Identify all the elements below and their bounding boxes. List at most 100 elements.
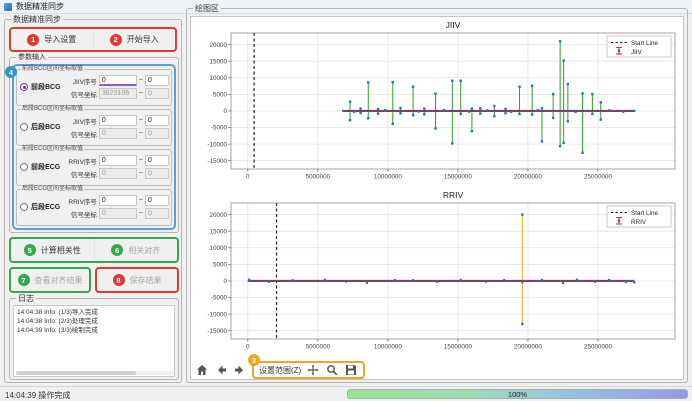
svg-text:-5000: -5000 bbox=[211, 295, 228, 302]
svg-text:-15000: -15000 bbox=[207, 328, 227, 335]
sync-panel-label: 数据精准同步 bbox=[11, 15, 63, 24]
svg-text:0: 0 bbox=[246, 174, 250, 181]
rear-bcg-signal-from-input[interactable] bbox=[99, 128, 137, 139]
plot-area-group: 绘图区 -15000-10000-50000500010000150002000… bbox=[186, 8, 688, 383]
front-ecg-signal-to-input[interactable] bbox=[145, 168, 169, 179]
front-ecg-rriv-to-input[interactable] bbox=[145, 155, 169, 166]
log-horizontal-scrollbar[interactable] bbox=[16, 371, 174, 375]
step-badge-2: 2 bbox=[110, 34, 122, 46]
rear-ecg-rriv-from-input[interactable] bbox=[99, 195, 137, 206]
step-badge-3: 3 bbox=[248, 354, 260, 366]
svg-text:10000000: 10000000 bbox=[374, 344, 403, 351]
step-badge-7: 7 bbox=[18, 274, 30, 286]
svg-text:-5000: -5000 bbox=[211, 125, 228, 132]
svg-text:-10000: -10000 bbox=[207, 311, 227, 318]
rear-bcg-jiiv-from-input[interactable] bbox=[99, 115, 137, 126]
svg-text:Start Line: Start Line bbox=[631, 40, 658, 47]
save-result-highlight: 8 保存结果 bbox=[95, 267, 179, 293]
rear-ecg-section: 后段ECG区间坐标取值 后段ECG RRIV序号 ~ bbox=[16, 189, 172, 226]
step-badge-6: 6 bbox=[111, 244, 123, 256]
import-buttons-highlight: 1 导入设置 2 开始导入 bbox=[9, 27, 177, 52]
status-text: 14:04:39 操作完成 bbox=[5, 390, 70, 401]
svg-text:5000000: 5000000 bbox=[306, 344, 331, 351]
rear-ecg-signal-to-input[interactable] bbox=[145, 208, 169, 219]
front-ecg-radio[interactable] bbox=[20, 163, 28, 171]
rear-ecg-signal-from-input[interactable] bbox=[99, 208, 137, 219]
correlation-buttons-highlight: 5 计算相关性 6 相关对齐 bbox=[9, 237, 179, 263]
svg-text:15000000: 15000000 bbox=[444, 174, 473, 181]
log-list[interactable]: 14:04:38 Info: (1/3)导入完成 14:04:38 Info: … bbox=[13, 305, 175, 377]
svg-text:5000: 5000 bbox=[213, 262, 228, 269]
save-result-button[interactable]: 8 保存结果 bbox=[97, 269, 177, 291]
svg-text:RRIV: RRIV bbox=[443, 190, 464, 200]
import-settings-button[interactable]: 1 导入设置 bbox=[11, 29, 93, 50]
set-range-label: 设置范围(Z) bbox=[259, 365, 301, 376]
home-icon[interactable] bbox=[195, 363, 209, 377]
view-result-highlight: 7 查看对齐结果 bbox=[9, 267, 91, 293]
param-input-label: 参数输入 bbox=[16, 53, 48, 62]
rear-ecg-radio[interactable] bbox=[20, 203, 28, 211]
svg-text:25000000: 25000000 bbox=[584, 344, 613, 351]
svg-text:20000: 20000 bbox=[209, 42, 227, 49]
rear-bcg-signal-to-input[interactable] bbox=[145, 128, 169, 139]
svg-text:20000: 20000 bbox=[209, 212, 227, 219]
front-bcg-signal-to-input[interactable] bbox=[145, 88, 169, 99]
front-bcg-section: 前段BCG区间坐标取值 前段BCG JIIV序号 ~ bbox=[16, 69, 172, 106]
rear-ecg-rriv-to-input[interactable] bbox=[145, 195, 169, 206]
svg-text:-15000: -15000 bbox=[207, 158, 227, 165]
svg-text:0: 0 bbox=[223, 108, 227, 115]
rear-bcg-jiiv-to-input[interactable] bbox=[145, 115, 169, 126]
front-ecg-rriv-from-input[interactable] bbox=[99, 155, 137, 166]
progress-value: 100% bbox=[508, 390, 527, 399]
svg-text:JIIV: JIIV bbox=[446, 20, 461, 30]
plot-area-label: 绘图区 bbox=[193, 4, 221, 13]
pan-icon[interactable] bbox=[306, 363, 320, 377]
svg-text:25000000: 25000000 bbox=[584, 174, 613, 181]
calc-correlation-button[interactable]: 5 计算相关性 bbox=[11, 239, 94, 261]
window-title: 数据精准同步 bbox=[16, 1, 64, 12]
forward-arrow-icon[interactable] bbox=[233, 363, 247, 377]
plot-toolbar: 3 设置范围(Z) bbox=[195, 361, 365, 379]
front-ecg-signal-from-input[interactable] bbox=[99, 168, 137, 179]
jiiv-chart[interactable]: -15000 -10000 -5000 0 5000 10000 15000 20000 0 50… bbox=[191, 17, 683, 187]
svg-text:-10000: -10000 bbox=[207, 141, 227, 148]
status-bar: 14:04:39 操作完成 100% bbox=[0, 386, 692, 400]
svg-text:15000: 15000 bbox=[209, 228, 227, 235]
front-ecg-section: 前段ECG区间坐标取值 前段ECG RRIV序号 ~ bbox=[16, 149, 172, 186]
svg-text:10000: 10000 bbox=[209, 245, 227, 252]
rriv-chart[interactable]: -15000-10000-500005000100001500020000050… bbox=[191, 187, 683, 357]
app-icon bbox=[4, 3, 12, 11]
step-badge-8: 8 bbox=[113, 274, 125, 286]
view-align-result-button[interactable]: 7 查看对齐结果 bbox=[11, 269, 89, 291]
svg-text:JIIV: JIIV bbox=[631, 49, 643, 56]
start-import-button[interactable]: 2 开始导入 bbox=[93, 29, 176, 50]
set-range-highlight: 3 设置范围(Z) bbox=[252, 361, 365, 379]
rear-bcg-radio[interactable] bbox=[20, 123, 28, 131]
log-group: 日志 14:04:38 Info: (1/3)导入完成 14:04:38 Inf… bbox=[9, 298, 179, 380]
zoom-icon[interactable] bbox=[325, 363, 339, 377]
svg-text:RRIV: RRIV bbox=[631, 219, 647, 226]
svg-text:5000000: 5000000 bbox=[306, 174, 331, 181]
step-badge-4: 4 bbox=[5, 66, 17, 78]
rear-bcg-section: 后段BCG区间坐标取值 后段BCG JIIV序号 ~ bbox=[16, 109, 172, 146]
svg-text:20000000: 20000000 bbox=[514, 174, 543, 181]
front-bcg-radio[interactable] bbox=[20, 83, 28, 91]
svg-text:Start Line: Start Line bbox=[631, 210, 658, 217]
front-bcg-jiiv-from-input[interactable] bbox=[99, 75, 137, 86]
svg-text:0: 0 bbox=[223, 278, 227, 285]
svg-text:10000: 10000 bbox=[209, 75, 227, 82]
front-bcg-signal-from-input[interactable] bbox=[99, 88, 137, 99]
plot-canvas: -15000 -10000 -5000 0 5000 10000 15000 20000 0 50… bbox=[190, 16, 684, 380]
step-badge-1: 1 bbox=[27, 34, 39, 46]
svg-text:15000: 15000 bbox=[209, 58, 227, 65]
save-figure-icon[interactable] bbox=[344, 363, 358, 377]
svg-text:15000000: 15000000 bbox=[444, 344, 473, 351]
front-bcg-jiiv-to-input[interactable] bbox=[145, 75, 169, 86]
log-group-label: 日志 bbox=[16, 294, 36, 303]
sync-panel: 数据精准同步 1 导入设置 2 开始导入 参数输入 4 前段BCG区间坐标取值 … bbox=[4, 19, 182, 383]
correlation-align-button[interactable]: 6 相关对齐 bbox=[94, 239, 178, 261]
log-entry: 14:04:38 Info: (2/3)处理完成 bbox=[17, 317, 172, 326]
progress-bar: 100% bbox=[347, 389, 688, 399]
svg-text:5000: 5000 bbox=[213, 92, 228, 99]
back-arrow-icon[interactable] bbox=[214, 363, 228, 377]
